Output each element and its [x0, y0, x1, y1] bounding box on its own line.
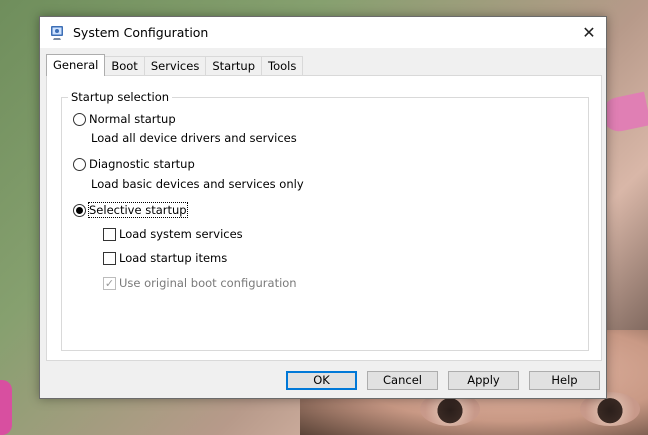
- tab-strip: General Boot Services Startup Tools: [46, 54, 304, 76]
- normal-startup-label: Normal startup: [89, 112, 176, 126]
- title-bar[interactable]: System Configuration ✕: [40, 17, 606, 48]
- normal-startup-desc: Load all device drivers and services: [91, 131, 297, 145]
- apply-button[interactable]: Apply: [448, 371, 519, 390]
- msconfig-icon: [51, 25, 63, 40]
- general-tab-panel: Startup selection Normal startup Load al…: [46, 75, 602, 361]
- diagnostic-startup-radio[interactable]: Diagnostic startup: [73, 157, 195, 171]
- tab-general[interactable]: General: [46, 54, 106, 76]
- diagnostic-startup-desc: Load basic devices and services only: [91, 177, 304, 191]
- startup-selection-group: Startup selection Normal startup Load al…: [61, 90, 589, 351]
- tab-tools[interactable]: Tools: [261, 56, 304, 76]
- group-label: Startup selection: [68, 90, 173, 104]
- load-startup-items-label: Load startup items: [119, 251, 228, 265]
- ok-button[interactable]: OK: [286, 371, 357, 390]
- load-startup-items-checkbox[interactable]: Load startup items: [103, 251, 227, 265]
- checkmark-icon: ✓: [103, 276, 116, 290]
- window-title: System Configuration: [73, 25, 209, 40]
- load-system-services-label: Load system services: [119, 227, 243, 241]
- checkbox-icon: [103, 227, 116, 241]
- background-shape: [0, 380, 12, 435]
- radio-icon: [73, 112, 86, 126]
- diagnostic-startup-label: Diagnostic startup: [89, 157, 195, 171]
- tab-services[interactable]: Services: [143, 56, 207, 76]
- help-button[interactable]: Help: [529, 371, 600, 390]
- close-button[interactable]: ✕: [572, 17, 606, 48]
- radio-icon: [73, 157, 86, 171]
- selective-startup-label: Selective startup: [88, 202, 188, 218]
- load-system-services-checkbox[interactable]: Load system services: [103, 227, 243, 241]
- use-original-boot-config-label: Use original boot configuration: [119, 276, 297, 290]
- close-icon: ✕: [582, 23, 596, 42]
- tab-boot[interactable]: Boot: [104, 56, 145, 76]
- selective-startup-radio[interactable]: Selective startup: [73, 202, 188, 218]
- tab-startup[interactable]: Startup: [205, 56, 262, 76]
- cancel-button[interactable]: Cancel: [367, 371, 438, 390]
- radio-selected-icon: [73, 203, 86, 217]
- use-original-boot-config-checkbox[interactable]: ✓ Use original boot configuration: [103, 276, 297, 290]
- checkbox-icon: [103, 251, 116, 265]
- system-configuration-window: System Configuration ✕ General Boot Serv…: [39, 16, 607, 399]
- normal-startup-radio[interactable]: Normal startup: [73, 112, 176, 126]
